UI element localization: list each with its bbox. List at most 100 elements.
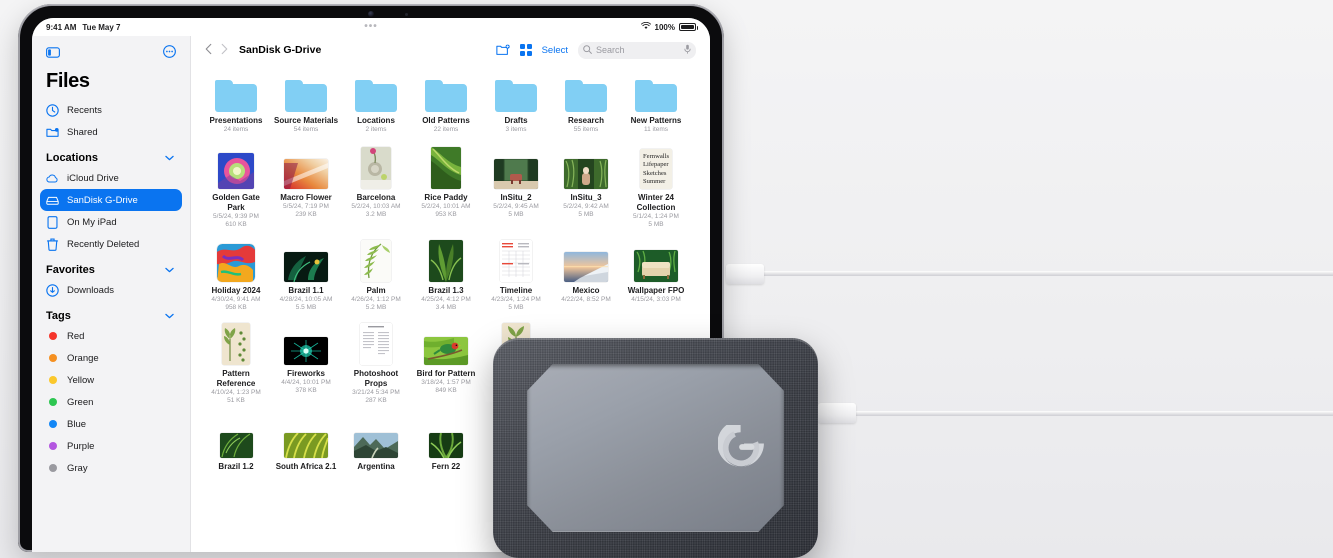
external-ssd	[493, 338, 818, 558]
file-item[interactable]: Barcelona 5/2/24, 10:03 AM 3.2 MB	[341, 145, 411, 220]
file-item[interactable]: Golden Gate Park 5/5/24, 9:39 PM 610 KB	[201, 145, 271, 230]
folder-item[interactable]: Presentations 24 items	[201, 68, 271, 135]
search-input[interactable]: Search	[578, 41, 696, 59]
status-bar: 9:41 AM Tue May 7 ••• 100%	[32, 18, 710, 36]
ipad-icon	[46, 215, 59, 229]
sidebar-item-on-my-ipad[interactable]: On My iPad	[40, 211, 182, 233]
new-folder-icon[interactable]	[495, 44, 510, 56]
forward-button[interactable]	[221, 43, 228, 57]
file-item[interactable]: Bird for Pattern 3/18/24, 1:57 PM 849 KB	[411, 321, 481, 396]
folder-item[interactable]: Research 55 items	[551, 68, 621, 135]
back-button[interactable]	[205, 43, 212, 57]
sidebar-section-locations[interactable]: Locations	[32, 143, 190, 167]
flower-pink-photo-thumbnail	[218, 152, 254, 189]
file-item[interactable]: InSitu_3 5/2/24, 9:42 AM 5 MB	[551, 145, 621, 220]
file-item[interactable]: Holiday 2024 4/30/24, 9:41 AM 958 KB	[201, 238, 271, 313]
item-name: Photoshoot Props	[353, 368, 399, 388]
file-item[interactable]: Argentina	[341, 414, 411, 472]
mountains-photo-thumbnail	[354, 432, 398, 458]
usb-c-cable-top	[760, 271, 1333, 276]
item-name: Brazil 1.1	[288, 285, 324, 295]
chevron-down-icon[interactable]	[165, 153, 174, 163]
file-item[interactable]: Mexico 4/22/24, 8:52 PM	[551, 238, 621, 305]
sidebar-tag-purple[interactable]: Purple	[40, 435, 182, 457]
tag-dot-icon	[46, 462, 59, 475]
item-name: Holiday 2024	[211, 285, 261, 295]
file-item[interactable]: Timeline 4/23/24, 1:24 PM 5 MB	[481, 238, 551, 313]
file-item[interactable]: Fern 22	[411, 414, 481, 472]
item-name: New Patterns	[630, 116, 682, 125]
sidebar-item-icloud-drive[interactable]: iCloud Drive	[40, 167, 182, 189]
file-item[interactable]: Macro Flower 5/5/24, 7:19 PM 239 KB	[271, 145, 341, 220]
item-size: 3.4 MB	[435, 304, 457, 311]
cloud-icon	[46, 172, 59, 185]
item-name: InSitu_2	[500, 192, 532, 202]
item-size: 953 KB	[435, 211, 457, 218]
item-meta: 4/15/24, 3:03 PM	[631, 295, 681, 303]
tag-dot-icon	[46, 418, 59, 431]
file-item[interactable]: Photoshoot Props 3/21/24 5:34 PM 287 KB	[341, 321, 411, 406]
file-item[interactable]: Pattern Reference 4/10/24, 1:23 PM 51 KB	[201, 321, 271, 406]
grid-view-icon[interactable]	[519, 44, 532, 56]
item-meta: 2 items	[365, 126, 387, 133]
sidebar-section-favorites[interactable]: Favorites	[32, 255, 190, 279]
sidebar-item-recently-deleted[interactable]: Recently Deleted	[40, 233, 182, 255]
file-item[interactable]: Palm 4/26/24, 1:12 PM 5.2 MB	[341, 238, 411, 313]
sidebar-tag-red[interactable]: Red	[40, 325, 182, 347]
sidebar-item-shared[interactable]: Shared	[40, 121, 182, 143]
chevron-down-icon[interactable]	[165, 265, 174, 275]
tag-dot-icon	[46, 330, 59, 343]
item-size: 5 MB	[508, 304, 524, 311]
select-button[interactable]: Select	[542, 45, 568, 56]
file-item[interactable]: Fireworks 4/4/24, 10:01 PM 378 KB	[271, 321, 341, 396]
item-name: Mexico	[572, 285, 600, 295]
sidebar-tag-orange[interactable]: Orange	[40, 347, 182, 369]
file-item[interactable]: InSitu_2 5/2/24, 9:45 AM 5 MB	[481, 145, 551, 220]
sidebar-item-label: Recently Deleted	[67, 238, 140, 250]
item-meta: 55 items	[573, 126, 599, 133]
macro-flower-photo-thumbnail	[284, 158, 328, 189]
microphone-icon[interactable]	[684, 41, 691, 59]
multitask-indicator[interactable]: •••	[364, 22, 378, 32]
folder-item[interactable]: New Patterns 11 items	[621, 68, 691, 135]
folder-icon	[635, 80, 677, 112]
shared-folder-icon	[46, 126, 59, 139]
item-name: InSitu_3	[570, 192, 602, 202]
sidebar-tag-green[interactable]: Green	[40, 391, 182, 413]
sidebar-section-tags[interactable]: Tags	[32, 301, 190, 325]
file-item[interactable]: South Africa 2.1	[271, 414, 341, 472]
chevron-down-icon[interactable]	[165, 311, 174, 321]
folder-item[interactable]: Source Materials 54 items	[271, 68, 341, 135]
folder-item[interactable]: Locations 2 items	[341, 68, 411, 135]
item-name: Wallpaper FPO	[627, 285, 685, 295]
folder-item[interactable]: Old Patterns 22 items	[411, 68, 481, 135]
fern-photo-thumbnail	[219, 432, 253, 458]
bird-photo-thumbnail	[424, 336, 468, 365]
sidebar-item-recents[interactable]: Recents	[40, 99, 182, 121]
sidebar-tag-gray[interactable]: Gray	[40, 457, 182, 479]
file-item[interactable]: Rice Paddy 5/2/24, 10:01 AM 953 KB	[411, 145, 481, 220]
sidebar-tag-label: Yellow	[67, 374, 95, 386]
sidebar-tag-blue[interactable]: Blue	[40, 413, 182, 435]
tag-dot-icon	[46, 396, 59, 409]
sidebar-item-downloads[interactable]: Downloads	[40, 279, 182, 301]
more-circle-icon[interactable]	[163, 45, 176, 63]
file-item[interactable]: Wallpaper FPO 4/15/24, 3:03 PM	[621, 238, 691, 305]
item-meta: 4/30/24, 9:41 AM	[211, 295, 261, 303]
sidebar-item-sandisk-g-drive[interactable]: SanDisk G-Drive	[40, 189, 182, 211]
sidebar-toggle-icon[interactable]	[46, 45, 60, 63]
file-item[interactable]: Brazil 1.2	[201, 414, 271, 472]
item-name: Research	[567, 116, 605, 125]
item-meta: 5/2/24, 10:03 AM	[351, 202, 401, 210]
folder-item[interactable]: Drafts 3 items	[481, 68, 551, 135]
file-item[interactable]: Brazil 1.3 4/25/24, 4:12 PM 3.4 MB	[411, 238, 481, 313]
item-name: Pattern Reference	[216, 368, 256, 388]
breadcrumb[interactable]: SanDisk G-Drive	[239, 44, 321, 56]
item-meta: 5/2/24, 9:42 AM	[563, 202, 609, 210]
sidebar-tag-yellow[interactable]: Yellow	[40, 369, 182, 391]
file-item[interactable]: Brazil 1.1 4/28/24, 10:05 AM 5.5 MB	[271, 238, 341, 313]
file-item[interactable]: Fernwalls Lifepaper Sketches Summer Winter …	[621, 145, 691, 230]
status-time: 9:41 AM	[46, 22, 77, 32]
item-name: Winter 24 Collection	[636, 192, 676, 212]
svg-text:Fernwalls: Fernwalls	[643, 153, 669, 160]
